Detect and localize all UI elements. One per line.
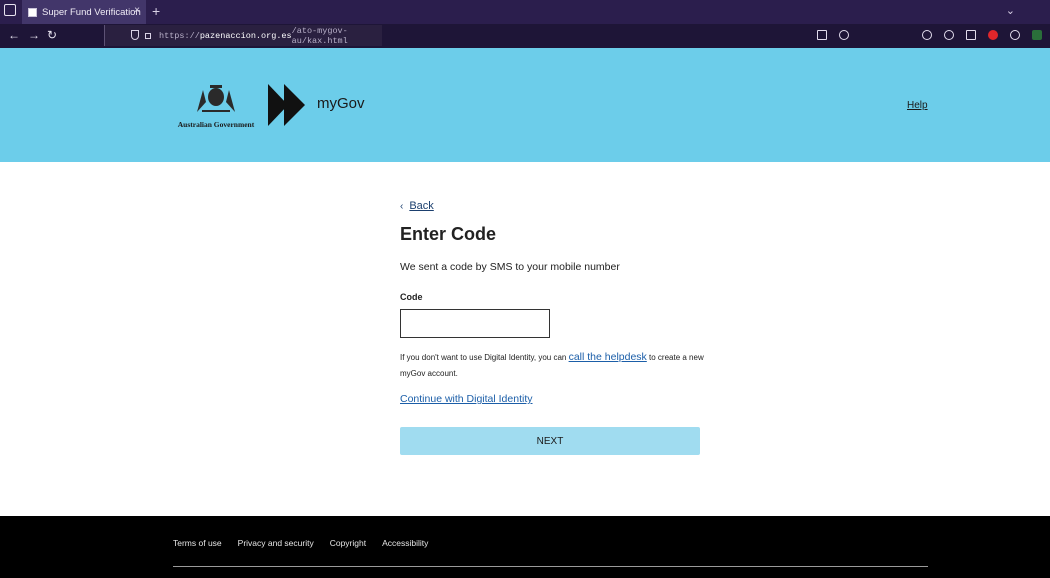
page-actions: [817, 30, 849, 42]
page-favicon-icon: [28, 7, 37, 17]
address-bar[interactable]: https://pazenaccion.org.es/ato-mygov-au/…: [104, 25, 382, 46]
extensions-grid-icon[interactable]: [817, 30, 827, 40]
gov-name: Australian Government: [177, 120, 255, 129]
close-tab-icon[interactable]: ×: [134, 5, 140, 16]
enter-code-form: ‹ Back Enter Code We sent a code by SMS …: [400, 200, 704, 455]
footer-link-terms[interactable]: Terms of use: [173, 538, 222, 548]
coat-of-arms-icon: [197, 85, 235, 112]
account-icon[interactable]: [944, 30, 954, 40]
browser-tab-bar: Super Fund Verification × + ⌄: [0, 0, 1050, 24]
code-label: Code: [400, 292, 423, 302]
browser-nav-bar: ← → ↻ https://pazenaccion.org.es/ato-myg…: [0, 24, 1050, 48]
australian-government-logo[interactable]: Australian Government: [173, 84, 259, 129]
back-label: Back: [409, 200, 434, 212]
bookmark-star-icon[interactable]: [839, 30, 849, 40]
footer-link-copyright[interactable]: Copyright: [330, 538, 366, 548]
site-footer: Terms of use Privacy and security Copyri…: [0, 516, 1050, 578]
tab-manager-icon[interactable]: [4, 4, 16, 16]
apps-icon[interactable]: [966, 30, 976, 40]
forward-arrow-icon[interactable]: →: [28, 28, 40, 42]
lock-icon[interactable]: [145, 33, 151, 39]
url-path: /ato-mygov-au/kax.html: [291, 25, 348, 46]
reload-icon[interactable]: ↻: [47, 28, 57, 42]
tracking-shield-icon[interactable]: [131, 30, 139, 40]
next-button[interactable]: NEXT: [400, 427, 700, 455]
ublock-icon[interactable]: [988, 30, 998, 40]
toolbar-icons: [922, 30, 1042, 42]
brand-name: myGov: [317, 95, 365, 112]
continue-digital-identity-link[interactable]: Continue with Digital Identity: [400, 393, 533, 405]
site-header: [0, 48, 1050, 162]
help-text-before: If you don't want to use Digital Identit…: [400, 353, 569, 362]
pocket-icon[interactable]: [922, 30, 932, 40]
url-prefix: https://: [159, 30, 200, 41]
footer-link-accessibility[interactable]: Accessibility: [382, 538, 428, 548]
extension-icon[interactable]: [1032, 30, 1042, 40]
browser-tab[interactable]: Super Fund Verification ×: [22, 0, 146, 24]
helpdesk-text: If you don't want to use Digital Identit…: [400, 349, 710, 382]
code-input[interactable]: [400, 309, 550, 338]
back-link[interactable]: ‹ Back: [400, 200, 700, 212]
tab-title: Super Fund Verification: [42, 6, 141, 18]
footer-link-privacy[interactable]: Privacy and security: [238, 538, 314, 548]
intro-text: We sent a code by SMS to your mobile num…: [400, 261, 620, 273]
page-title: Enter Code: [400, 224, 497, 244]
url-domain: pazenaccion.org.es: [199, 30, 292, 41]
new-tab-icon[interactable]: +: [152, 3, 160, 19]
footer-divider: [173, 566, 928, 567]
footer-links: Terms of use Privacy and security Copyri…: [173, 538, 428, 548]
back-arrow-icon[interactable]: ←: [8, 28, 20, 42]
notification-icon[interactable]: [1010, 30, 1020, 40]
helpdesk-link[interactable]: call the helpdesk: [569, 351, 647, 363]
help-link[interactable]: Help: [907, 100, 928, 111]
mygov-logo-icon[interactable]: [268, 84, 308, 126]
chevron-down-icon[interactable]: ⌄: [1006, 4, 1015, 17]
chevron-left-icon: ‹: [400, 200, 404, 212]
